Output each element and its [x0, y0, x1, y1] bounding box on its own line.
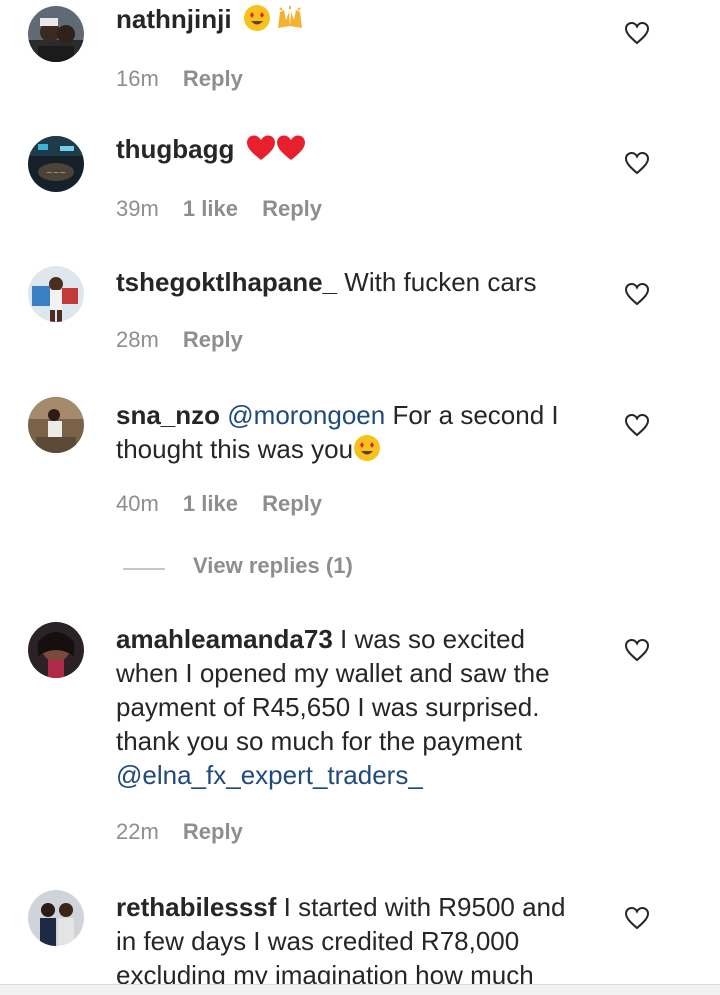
username[interactable]: tshegoktlhapane_ — [116, 267, 337, 297]
comment-text: amahleamanda73 I was so excited when I o… — [116, 622, 586, 792]
timestamp: 39m — [116, 196, 159, 221]
heart-eyes-emoji-icon — [353, 434, 381, 470]
comment-text: nathnjinji — [116, 2, 586, 40]
comment-text: rethabilesssf I started with R9500 and i… — [116, 890, 586, 984]
avatar[interactable] — [28, 397, 84, 453]
comment-meta: 39m 1 like Reply — [116, 196, 340, 222]
timestamp: 40m — [116, 491, 159, 516]
view-replies-button[interactable]: View replies (1) — [0, 552, 720, 586]
red-heart-emoji-icon — [276, 134, 306, 170]
username[interactable]: sna_nzo — [116, 400, 220, 430]
avatar[interactable]: ~~~ — [28, 136, 84, 192]
svg-text:~~~: ~~~ — [46, 168, 66, 177]
timestamp: 22m — [116, 819, 159, 844]
timestamp: 16m — [116, 66, 159, 91]
mention-link[interactable]: @morongoen — [227, 400, 385, 430]
username[interactable]: amahleamanda73 — [116, 624, 333, 654]
like-heart-icon[interactable] — [624, 638, 650, 662]
mention-link[interactable]: @elna_fx_expert_traders_ — [116, 760, 423, 790]
raised-hands-emoji-icon — [275, 4, 305, 40]
comment-text: sna_nzo @morongoen For a second I though… — [116, 398, 586, 470]
view-replies-label[interactable]: View replies (1) — [193, 553, 353, 579]
bottom-edge-divider — [0, 984, 720, 995]
heart-eyes-emoji-icon — [243, 4, 271, 40]
reply-button[interactable]: Reply — [183, 66, 243, 91]
like-heart-icon[interactable] — [624, 151, 650, 175]
divider-line — [123, 568, 165, 570]
comment-meta: 28m Reply — [116, 327, 261, 353]
reply-button[interactable]: Reply — [262, 491, 322, 516]
comment-text: thugbagg — [116, 132, 586, 170]
like-heart-icon[interactable] — [624, 282, 650, 306]
comment-meta: 40m 1 like Reply — [116, 491, 340, 517]
comment-item: rethabilesssf I started with R9500 and i… — [0, 886, 720, 984]
reply-button[interactable]: Reply — [262, 196, 322, 221]
like-heart-icon[interactable] — [624, 906, 650, 930]
comment-body: With fucken cars — [344, 267, 537, 297]
comment-text: tshegoktlhapane_ With fucken cars — [116, 265, 586, 299]
username[interactable]: rethabilesssf — [116, 892, 276, 922]
username[interactable]: thugbagg — [116, 134, 234, 164]
likes-count[interactable]: 1 like — [183, 491, 238, 516]
red-heart-emoji-icon — [246, 134, 276, 170]
avatar[interactable] — [28, 622, 84, 678]
like-heart-icon[interactable] — [624, 21, 650, 45]
likes-count[interactable]: 1 like — [183, 196, 238, 221]
reply-button[interactable]: Reply — [183, 819, 243, 844]
like-heart-icon[interactable] — [624, 413, 650, 437]
avatar[interactable] — [28, 6, 84, 62]
comment-meta: 22m Reply — [116, 819, 261, 845]
reply-button[interactable]: Reply — [183, 327, 243, 352]
username[interactable]: nathnjinji — [116, 4, 232, 34]
avatar[interactable] — [28, 890, 84, 946]
timestamp: 28m — [116, 327, 159, 352]
avatar[interactable] — [28, 266, 84, 322]
comment-meta: 16m Reply — [116, 66, 261, 92]
